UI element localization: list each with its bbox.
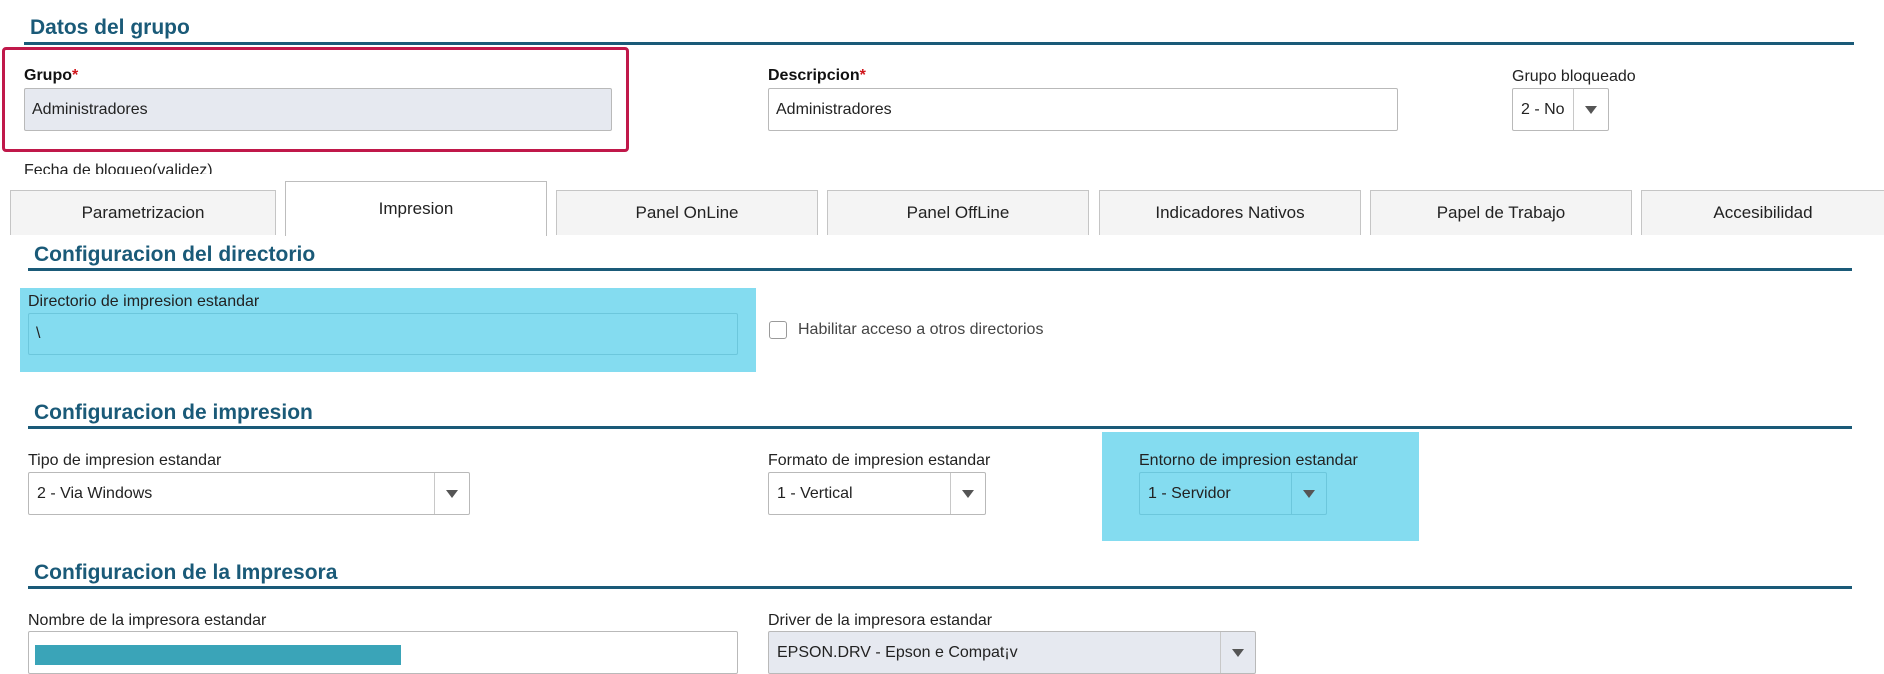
dir-label: Directorio de impresion estandar <box>28 293 260 310</box>
tab-papel-de-trabajo[interactable]: Papel de Trabajo <box>1370 190 1632 235</box>
driver-label: Driver de la impresora estandar <box>768 612 993 629</box>
chevron-down-icon[interactable] <box>1291 473 1326 514</box>
directorio-section-rule <box>28 268 1852 271</box>
tab-accesibilidad[interactable]: Accesibilidad <box>1641 190 1884 235</box>
tab-label: Panel OnLine <box>635 203 739 222</box>
impresora-section-rule <box>28 586 1852 589</box>
group-section-rule <box>24 42 1854 45</box>
formato-select[interactable]: 1 - Vertical <box>768 472 986 515</box>
bloqueado-value: 2 - No <box>1521 100 1565 118</box>
tab-parametrizacion[interactable]: Parametrizacion <box>10 190 276 235</box>
tab-label: Impresion <box>378 199 454 218</box>
descripcion-label-text: Descripcion <box>768 67 860 84</box>
group-section-title: Datos del grupo <box>30 16 190 39</box>
tipo-label: Tipo de impresion estandar <box>28 452 222 469</box>
driver-select[interactable]: EPSON.DRV - Epson e Compat¡v <box>768 631 1256 674</box>
impresion-section-rule <box>28 426 1852 429</box>
descripcion-required-mark: * <box>859 67 866 84</box>
tab-panel-offline[interactable]: Panel OffLine <box>827 190 1089 235</box>
descripcion-input[interactable]: Administradores <box>768 88 1398 131</box>
tipo-select[interactable]: 2 - Via Windows <box>28 472 470 515</box>
tab-label: Indicadores Nativos <box>1155 203 1305 222</box>
chevron-down-icon[interactable] <box>1573 89 1608 130</box>
grupo-input[interactable]: Administradores <box>24 88 612 131</box>
nombre-input[interactable] <box>28 631 738 674</box>
tab-label: Panel OffLine <box>906 203 1010 222</box>
tab-label: Papel de Trabajo <box>1436 203 1566 222</box>
chevron-down-icon[interactable] <box>434 473 469 514</box>
grupo-label-text: Grupo <box>24 67 72 84</box>
impresion-section-title: Configuracion de impresion <box>34 401 313 424</box>
chevron-down-icon[interactable] <box>1220 632 1255 673</box>
tab-label: Accesibilidad <box>1713 203 1813 222</box>
bloqueado-label: Grupo bloqueado <box>1512 68 1636 85</box>
fecha-label: Fecha de bloqueo(validez) <box>24 162 213 174</box>
formato-label: Formato de impresion estandar <box>768 452 991 469</box>
descripcion-label: Descripcion* <box>768 67 866 85</box>
fecha-label-clip: Fecha de bloqueo(validez) <box>24 160 324 174</box>
directorio-section-title: Configuracion del directorio <box>34 243 316 266</box>
formato-value: 1 - Vertical <box>777 484 853 502</box>
habilitar-label[interactable]: Habilitar acceso a otros directorios <box>798 321 1043 339</box>
driver-value: EPSON.DRV - Epson e Compat¡v <box>777 643 1018 661</box>
nombre-label: Nombre de la impresora estandar <box>28 612 267 629</box>
grupo-label: Grupo* <box>24 67 78 85</box>
chevron-down-icon[interactable] <box>950 473 985 514</box>
tipo-value: 2 - Via Windows <box>37 484 153 502</box>
impresora-section-title: Configuracion de la Impresora <box>34 561 338 584</box>
tab-impresion[interactable]: Impresion <box>285 181 547 236</box>
grupo-required-mark: * <box>72 67 79 84</box>
dir-input[interactable]: \ <box>28 313 738 355</box>
entorno-value: 1 - Servidor <box>1148 484 1231 502</box>
tab-indicadores-nativos[interactable]: Indicadores Nativos <box>1099 190 1361 235</box>
entorno-label: Entorno de impresion estandar <box>1139 452 1358 469</box>
tab-label: Parametrizacion <box>81 203 205 222</box>
bloqueado-select[interactable]: 2 - No <box>1512 88 1609 131</box>
entorno-select[interactable]: 1 - Servidor <box>1139 472 1327 515</box>
nombre-selection <box>35 645 401 665</box>
habilitar-checkbox[interactable] <box>769 321 787 339</box>
tab-panel-online[interactable]: Panel OnLine <box>556 190 818 235</box>
